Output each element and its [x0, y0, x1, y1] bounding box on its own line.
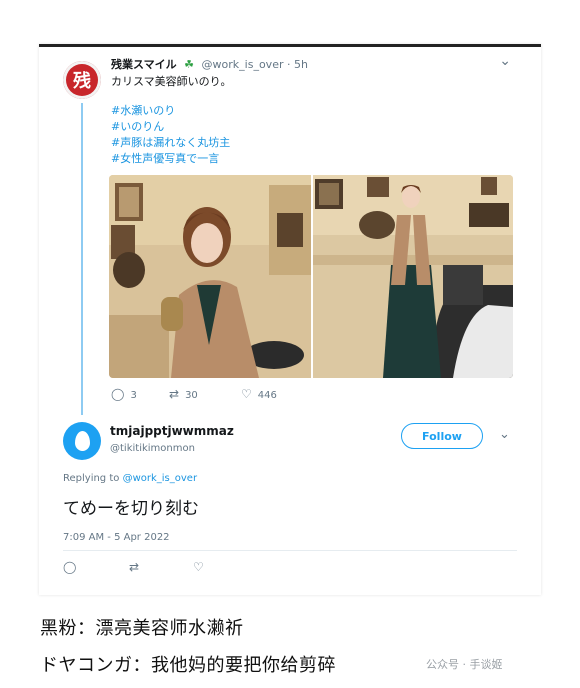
reply-icon: ◯	[111, 387, 125, 401]
tweet-text: カリスマ美容師いのり。	[111, 75, 232, 88]
hashtag-link[interactable]: #いのりん	[111, 119, 230, 135]
caption-line: 黑粉：漂亮美容师水濑祈	[40, 618, 244, 639]
hashtag-link[interactable]: #水瀬いのり	[111, 103, 230, 119]
thread-connector-line	[81, 103, 83, 415]
reply-icon[interactable]: ◯	[63, 560, 76, 574]
retweet-button[interactable]: ⇄ 30	[169, 387, 198, 401]
avatar[interactable]: 残	[63, 61, 101, 99]
hashtag-link[interactable]: #女性声優写真で一言	[111, 151, 230, 167]
like-count: 446	[257, 390, 277, 401]
tweet-text: てめーを切り刻む	[63, 499, 199, 519]
chevron-down-icon[interactable]: ⌄	[499, 53, 511, 69]
egg-icon	[74, 431, 90, 451]
photo-right[interactable]	[313, 175, 513, 378]
avatar-glyph: 残	[73, 71, 91, 92]
twitter-embed-card: 残 残業スマイル ☘ @work_is_over · 5h ⌄ カリスマ美容師い…	[39, 44, 541, 595]
time-ago[interactable]: 5h	[294, 58, 308, 71]
display-name[interactable]: 残業スマイル	[111, 58, 177, 71]
heart-icon[interactable]: ♡	[193, 560, 204, 574]
avatar[interactable]	[63, 422, 101, 460]
media-grid	[109, 175, 513, 378]
user-handle[interactable]: @tikitikimonmon	[110, 443, 195, 454]
hashtag-list: #水瀬いのり #いのりん #声豚は漏れなく丸坊主 #女性声優写真で一言	[111, 103, 230, 167]
retweet-icon[interactable]: ⇄	[129, 560, 139, 574]
display-name[interactable]: tmjajpptjwwmmaz	[110, 424, 234, 438]
reply-button[interactable]: ◯ 3	[111, 387, 137, 401]
heart-icon: ♡	[241, 387, 252, 401]
hashtag-link[interactable]: #声豚は漏れなく丸坊主	[111, 135, 230, 151]
follow-button[interactable]: Follow	[401, 423, 483, 449]
chevron-down-icon[interactable]: ⌄	[499, 427, 510, 442]
timestamp[interactable]: 7:09 AM - 5 Apr 2022	[63, 532, 170, 543]
like-button[interactable]: ♡ 446	[241, 387, 277, 401]
replying-handle-link[interactable]: @work_is_over	[123, 473, 198, 484]
separator-dot: ·	[286, 58, 291, 71]
replying-prefix: Replying to	[63, 473, 120, 484]
replying-to: Replying to @work_is_over	[63, 473, 197, 484]
photo-left[interactable]	[109, 175, 311, 378]
retweet-icon: ⇄	[169, 387, 180, 401]
divider	[63, 550, 517, 551]
clover-icon: ☘	[184, 58, 195, 71]
caption-line: ドヤコンガ：我他妈的要把你给剪碎	[40, 655, 336, 676]
watermark: 公众号 · 手谈姬	[423, 655, 506, 673]
tweet-header: 残業スマイル ☘ @work_is_over · 5h	[111, 56, 308, 72]
user-handle[interactable]: @work_is_over	[202, 58, 284, 71]
retweet-count: 30	[185, 390, 198, 401]
reply-count: 3	[130, 390, 137, 401]
